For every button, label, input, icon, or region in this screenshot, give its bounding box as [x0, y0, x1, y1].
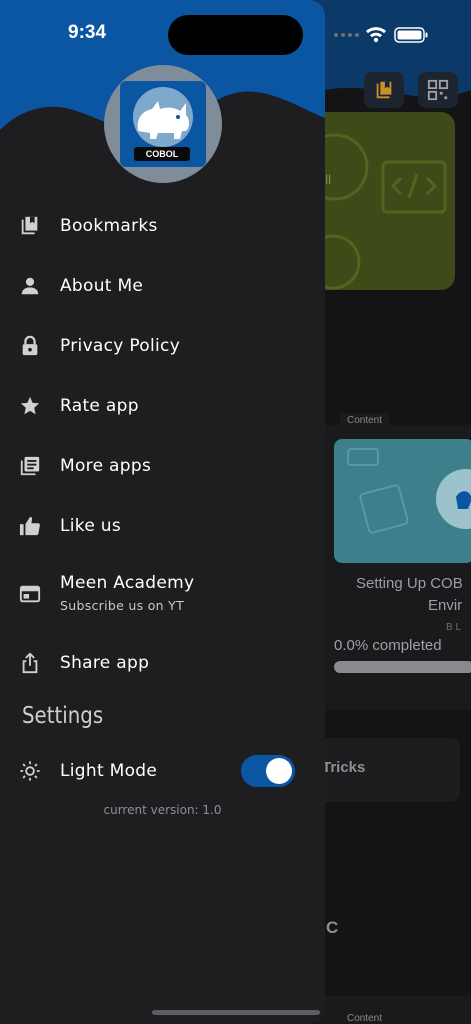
wifi-icon: [366, 27, 386, 43]
content-tag: Content: [340, 413, 390, 428]
menu-label: Share app: [60, 653, 150, 673]
course-progress-text: 0.0% completed: [334, 637, 442, 654]
person-icon: [18, 274, 42, 298]
course-illustration: [347, 448, 471, 534]
bookmarks-icon: [18, 214, 42, 238]
content-tag-2: Content: [347, 1013, 383, 1024]
star-icon: [18, 394, 42, 418]
menu-item-about-me[interactable]: About Me: [0, 258, 325, 314]
app-avatar-ring: COBOL: [104, 65, 222, 183]
menu-item-like-us[interactable]: Like us: [0, 498, 325, 554]
course-progress-bar: [334, 661, 471, 673]
menu-sublabel: Subscribe us on YT: [60, 598, 185, 613]
menu-label: Rate app: [60, 396, 139, 416]
bookmarks-icon: [376, 81, 392, 99]
menu-label: More apps: [60, 456, 152, 476]
menu-item-more-apps[interactable]: More apps: [0, 438, 325, 494]
dynamic-island: [168, 15, 303, 55]
light-mode-toggle[interactable]: [241, 755, 295, 787]
status-indicators: [334, 27, 428, 43]
share-icon: [18, 651, 42, 675]
qr-code-icon: [427, 79, 449, 101]
menu-label: Privacy Policy: [60, 336, 181, 356]
menu-label: Meen Academy: [60, 573, 195, 593]
app-version: current version: 1.0: [103, 803, 222, 817]
toggle-knob: [266, 758, 292, 784]
background-banner[interactable]: [305, 112, 455, 290]
light-mode-label: Light Mode: [60, 761, 158, 781]
course-card-title: Setting Up COB: [356, 575, 463, 592]
menu-item-share-app[interactable]: Share app: [0, 635, 325, 691]
menu-label: About Me: [60, 276, 144, 296]
library-books-icon: [18, 454, 42, 478]
navigation-drawer: COBOL Bookmarks About Me Privacy Policy …: [0, 0, 325, 1024]
course-card-subtitle: Envir: [428, 597, 463, 614]
status-time: 9:34: [68, 22, 107, 43]
background-qr-button[interactable]: [418, 72, 458, 108]
tips-card-label: Tricks: [322, 759, 366, 776]
menu-item-bookmarks[interactable]: Bookmarks: [0, 198, 325, 254]
signal-icon: [334, 33, 359, 37]
menu-item-rate-app[interactable]: Rate app: [0, 378, 325, 434]
banner-illustration: [305, 133, 447, 290]
lock-icon: [18, 334, 42, 358]
menu-item-meen-academy[interactable]: Meen Academy Subscribe us on YT: [0, 566, 325, 622]
battery-icon: [394, 27, 428, 43]
thumb-up-icon: [18, 514, 42, 538]
menu-label: Like us: [60, 516, 122, 536]
background-bookmark-button[interactable]: [364, 72, 404, 108]
home-indicator: [152, 1010, 320, 1015]
app-logo-badge: COBOL: [134, 147, 190, 161]
course-card-image: [334, 439, 471, 563]
settings-heading: Settings: [22, 703, 104, 729]
sun-icon: [18, 759, 42, 783]
web-browser-icon: [18, 582, 42, 606]
menu-label: Bookmarks: [60, 216, 158, 236]
app-logo: COBOL: [120, 81, 206, 167]
menu-item-privacy-policy[interactable]: Privacy Policy: [0, 318, 325, 374]
course-card-meta: B L: [446, 622, 462, 633]
background-section-letter: C: [326, 918, 339, 937]
